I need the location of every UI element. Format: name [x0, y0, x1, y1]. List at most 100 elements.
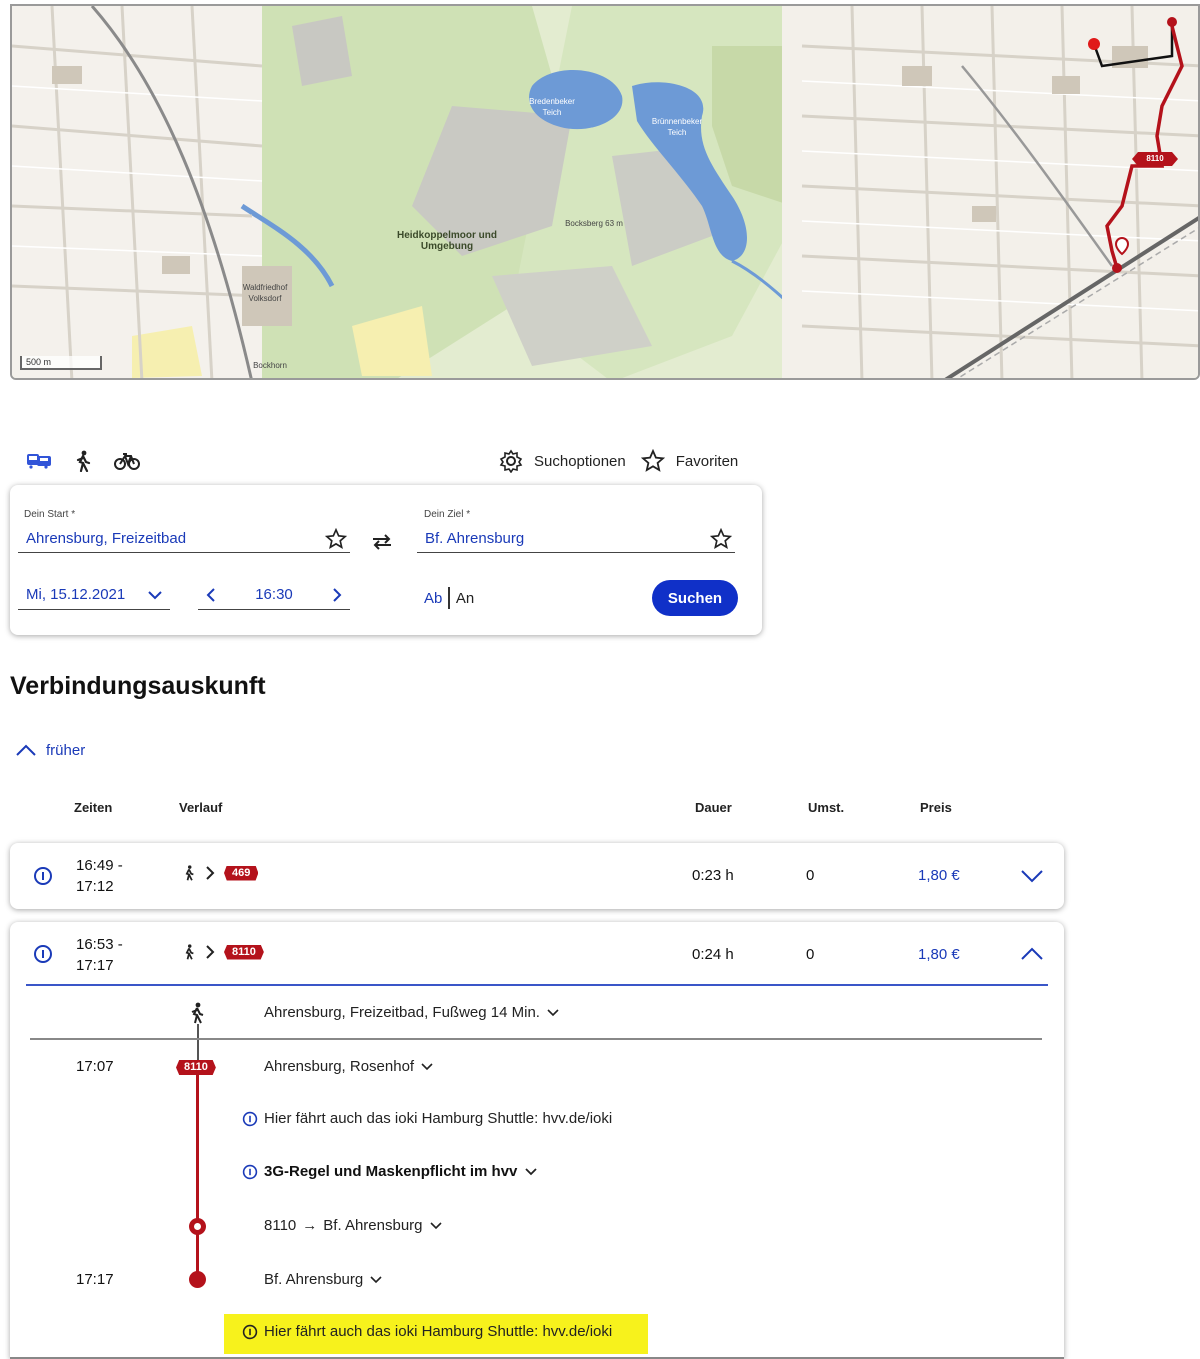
walking-icon[interactable] [70, 449, 96, 473]
rules-notice[interactable]: 3G-Regel und Maskenpflicht im hvv [242, 1163, 539, 1180]
connection-times: 16:49 - 17:12 [76, 855, 123, 897]
travel-mode-bar [26, 448, 140, 474]
chevron-down-icon[interactable] [369, 1274, 383, 1286]
leg-departure-time: 17:07 [76, 1058, 114, 1075]
bicycle-icon[interactable] [114, 449, 140, 473]
arrival-toggle[interactable]: An [456, 590, 474, 607]
expanded-divider [26, 984, 1048, 986]
walk-divider [30, 1038, 1042, 1040]
rules-notice-text[interactable]: 3G-Regel und Maskenpflicht im hvv [264, 1163, 517, 1180]
arrival-stop-label[interactable]: Bf. Ahrensburg [264, 1271, 363, 1288]
time-picker[interactable]: 16:30 [198, 582, 350, 610]
connection-times: 16:53 - 17:17 [76, 934, 123, 976]
search-options-link[interactable]: Suchoptionen [534, 453, 626, 470]
price[interactable]: 1,80 € [918, 946, 960, 963]
walking-icon [185, 944, 194, 960]
line-badge: 8110 [224, 944, 264, 960]
chevron-down-icon[interactable] [523, 1166, 539, 1178]
date-select[interactable]: Mi, 15.12.2021 [18, 582, 170, 610]
time-value[interactable]: 16:30 [255, 586, 293, 603]
map-scale: 500 m [20, 356, 102, 370]
search-form: Dein Start * Ahrensburg, Freizeitbad Dei… [10, 485, 762, 635]
info-note-text[interactable]: Hier fährt auch das ioki Hamburg Shuttle… [264, 1110, 612, 1127]
map-canvas [12, 6, 1198, 378]
search-button[interactable]: Suchen [652, 580, 738, 616]
favorite-start-star-icon[interactable] [324, 527, 348, 551]
info-circle-icon[interactable] [32, 865, 54, 887]
earlier-connections-link[interactable]: früher [14, 738, 85, 762]
walk-leg-label[interactable]: Ahrensburg, Freizeitbad, Fußweg 14 Min. [264, 1004, 540, 1021]
connection-route: 469 [182, 865, 259, 881]
start-label: Dein Start * [24, 509, 76, 520]
connection-row-expanded[interactable]: 16:53 - 17:17 8110 0:24 h 0 1,80 € 8110 … [10, 922, 1064, 1359]
transfers: 0 [806, 867, 815, 884]
destination-label: Dein Ziel * [424, 509, 471, 520]
departure-stop[interactable]: Ahrensburg, Rosenhof [264, 1058, 434, 1075]
price[interactable]: 1,80 € [918, 867, 960, 884]
departure-stop-label[interactable]: Ahrensburg, Rosenhof [264, 1058, 414, 1075]
start-value[interactable]: Ahrensburg, Freizeitbad [18, 530, 186, 547]
walking-icon [185, 865, 194, 881]
info-circle-icon [242, 1324, 258, 1339]
chevron-down-icon[interactable] [420, 1061, 434, 1073]
destination-value[interactable]: Bf. Ahrensburg [417, 530, 524, 547]
time-previous-chevron-left-icon[interactable] [198, 582, 224, 608]
duration: 0:24 h [692, 946, 734, 963]
destination-field[interactable]: Bf. Ahrensburg [417, 527, 735, 553]
star-icon[interactable] [640, 448, 666, 474]
info-note-highlighted[interactable]: Hier fährt auch das ioki Hamburg Shuttle… [242, 1323, 612, 1340]
favorite-destination-star-icon[interactable] [709, 527, 733, 551]
map-label-bredenbeker: Bredenbeker Teich [529, 97, 575, 117]
info-note[interactable]: Hier fährt auch das ioki Hamburg Shuttle… [242, 1110, 612, 1127]
departure-toggle[interactable]: Ab [424, 590, 442, 607]
direction-arrow: → [302, 1217, 318, 1234]
info-note-text[interactable]: Hier fährt auch das ioki Hamburg Shuttle… [264, 1323, 612, 1340]
time-next-chevron-right-icon[interactable] [324, 582, 350, 608]
collapse-chevron-up-icon[interactable] [1018, 942, 1046, 966]
bus-train-icon[interactable] [26, 449, 52, 473]
map-label-heidkoppelmoor: Heidkoppelmoor und Umgebung [397, 230, 497, 252]
leg-arrival-time: 17:17 [76, 1271, 114, 1288]
line-badge: 469 [224, 865, 259, 881]
gear-icon[interactable] [498, 448, 524, 474]
line-direction[interactable]: 8110 → Bf. Ahrensburg [264, 1217, 443, 1234]
route-map[interactable]: Heidkoppelmoor und Umgebung Waldfriedhof… [10, 4, 1200, 380]
column-header-umst: Umst. [808, 800, 845, 815]
chevron-down-icon[interactable] [546, 1007, 560, 1019]
line-badge: 8110 [176, 1060, 216, 1075]
walk-leg[interactable]: Ahrensburg, Freizeitbad, Fußweg 14 Min. [264, 1004, 560, 1021]
map-label-bockhorn: Bockhorn [253, 361, 287, 370]
column-header-preis: Preis [920, 800, 952, 815]
departure-time: 16:53 - [76, 936, 123, 953]
info-circle-icon [242, 1164, 258, 1179]
toggle-divider [448, 587, 450, 609]
stop-marker-end [189, 1271, 206, 1288]
connection-route: 8110 [182, 944, 264, 960]
earlier-label[interactable]: früher [46, 742, 85, 759]
info-circle-icon[interactable] [32, 943, 54, 965]
map-label-bocksberg: Bocksberg 63 m [565, 219, 623, 228]
favorites-link[interactable]: Favoriten [676, 453, 739, 470]
arrival-time: 17:12 [76, 878, 114, 895]
start-field[interactable]: Ahrensburg, Freizeitbad [18, 527, 350, 553]
arrival-stop[interactable]: Bf. Ahrensburg [264, 1271, 383, 1288]
departure-arrival-toggle: Ab An [424, 587, 474, 609]
column-header-zeiten: Zeiten [74, 800, 113, 815]
column-header-verlauf: Verlauf [179, 800, 223, 815]
date-value[interactable]: Mi, 15.12.2021 [26, 586, 125, 603]
route-line [196, 1068, 199, 1280]
connection-row[interactable]: 16:49 - 17:12 469 0:23 h 0 1,80 € [10, 843, 1064, 909]
walk-connector [197, 1024, 199, 1064]
map-label-bruenenbeker: Brünnenbeker Teich [651, 117, 703, 137]
chevron-right-icon [206, 945, 215, 959]
expand-chevron-down-icon[interactable] [1018, 864, 1046, 888]
arrival-time: 17:17 [76, 957, 114, 974]
chevron-up-icon[interactable] [14, 738, 38, 762]
column-header-dauer: Dauer [695, 800, 732, 815]
chevron-down-icon[interactable] [146, 584, 164, 615]
chevron-down-icon[interactable] [429, 1220, 443, 1232]
swap-arrows-icon[interactable] [368, 530, 396, 554]
direction-line[interactable]: 8110 [264, 1217, 296, 1234]
page-title: Verbindungsauskunft [10, 672, 266, 700]
direction-destination[interactable]: Bf. Ahrensburg [323, 1217, 422, 1234]
